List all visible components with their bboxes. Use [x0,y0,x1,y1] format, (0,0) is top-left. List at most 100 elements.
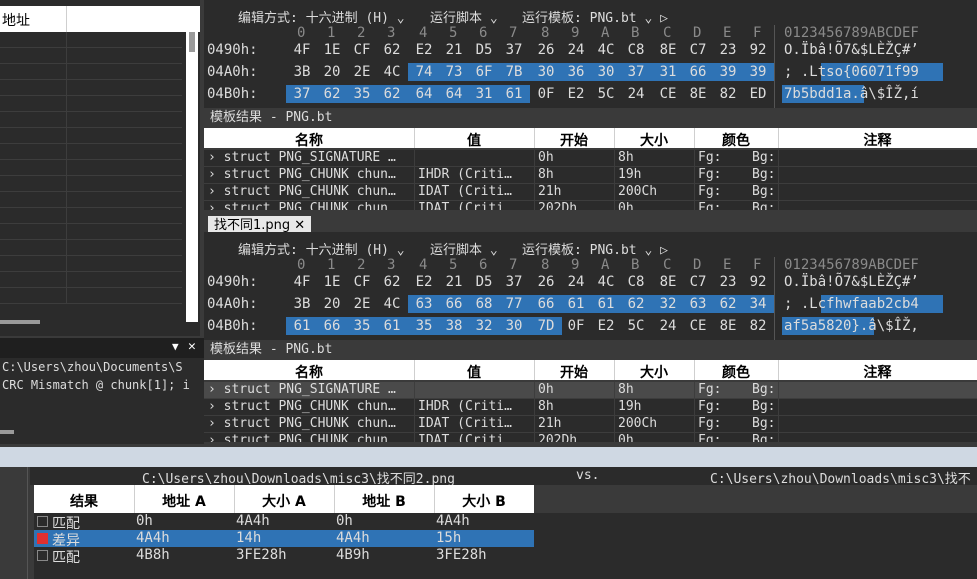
template-header-start[interactable]: 开始 [534,130,614,150]
header-size-b[interactable]: 大小 B [434,491,534,511]
hex-byte[interactable]: ED [744,86,772,102]
address-row[interactable] [0,160,182,176]
hex-byte[interactable]: 66 [532,296,560,312]
ascii-text[interactable]: O.Ïbâ!Õ7&$LÈŽÇ#’ [784,274,919,290]
template-header-comment[interactable]: 注释 [778,130,977,150]
hex-byte[interactable]: 0F [532,86,560,102]
hex-byte[interactable]: 37 [288,86,316,102]
address-row[interactable] [0,128,182,144]
hex-byte[interactable]: 3B [288,296,316,312]
address-row[interactable] [0,144,182,160]
hex-byte[interactable]: 36 [562,64,590,80]
edit-mode-menu[interactable]: 编辑方式: 十六进制 (H) ⌄ [238,7,405,26]
hex-byte[interactable]: 5C [622,318,650,334]
output-horizontal-scrollbar[interactable] [0,430,14,434]
ascii-text[interactable]: 7b5bdd1a.â\$ÎŽ‚í [784,86,919,102]
template-row[interactable]: › struct PNG_SIGNATURE … 0h 8h Fg: Bg: [204,382,977,399]
hex-byte[interactable]: 4C [592,274,620,290]
hex-row[interactable]: 04B0h: 37 62 35 62 64 64 31 61 0F E2 5C 24 CE 8E 82 ED 7b… [204,85,977,103]
scroll-thumb[interactable] [189,32,195,52]
hex-byte[interactable]: 8E [654,274,682,290]
hex-byte[interactable]: 37 [500,42,528,58]
hex-byte[interactable]: 7B [500,64,528,80]
compare-row[interactable]: 差异 4A4h 14h 4A4h 15h [34,530,534,549]
template-header-start[interactable]: 开始 [534,362,614,382]
template-header-value[interactable]: 值 [414,130,534,150]
run-script-menu[interactable]: 运行脚本 ⌄ [430,239,498,258]
address-row[interactable] [0,176,182,192]
hex-byte[interactable]: C8 [622,274,650,290]
hex-byte[interactable]: 62 [622,296,650,312]
panel-splitter[interactable] [0,447,977,467]
hex-byte[interactable]: 61 [500,86,528,102]
hex-byte[interactable]: 35 [410,318,438,334]
header-addr-b[interactable]: 地址 B [334,491,434,511]
hex-byte[interactable]: E2 [410,274,438,290]
hex-byte[interactable]: 62 [378,86,406,102]
address-row[interactable] [0,208,182,224]
hex-byte[interactable]: CF [348,274,376,290]
hex-byte[interactable]: 8E [654,42,682,58]
hex-byte[interactable]: 62 [714,296,742,312]
hex-byte[interactable]: 66 [684,64,712,80]
hex-byte[interactable]: E2 [592,318,620,334]
address-row[interactable] [0,112,182,128]
header-addr-a[interactable]: 地址 A [134,491,234,511]
address-row[interactable] [0,32,182,48]
result-marker[interactable] [37,516,48,527]
hex-byte[interactable]: 63 [410,296,438,312]
hex-byte[interactable]: 64 [440,86,468,102]
template-header-color[interactable]: 颜色 [694,362,778,382]
hex-byte[interactable]: 3B [288,64,316,80]
template-header-color[interactable]: 颜色 [694,130,778,150]
address-row[interactable] [0,96,182,112]
result-marker[interactable] [37,550,48,561]
hex-byte[interactable]: C7 [684,42,712,58]
compare-row[interactable]: 匹配 0h 4A4h 0h 4A4h [34,513,534,532]
template-header-value[interactable]: 值 [414,362,534,382]
hex-byte[interactable]: 30 [532,64,560,80]
template-row[interactable]: › struct PNG_CHUNK chun… IDAT (Criti… 202D… [204,201,977,210]
hex-byte[interactable]: 39 [714,64,742,80]
hex-byte[interactable]: 4C [378,296,406,312]
close-icon[interactable]: ✕ [188,339,196,354]
hex-byte[interactable]: 1E [318,274,346,290]
ascii-text[interactable]: ; .Lcfhwfaab2cb4 [784,296,919,312]
address-row[interactable] [0,80,182,96]
hex-byte[interactable]: 32 [654,296,682,312]
hex-editor-2[interactable]: 编辑方式: 十六进制 (H) ⌄ 运行脚本 ⌄ 运行模板: PNG.bt ⌄ ▷… [204,232,977,340]
hex-byte[interactable]: 61 [562,296,590,312]
hex-byte[interactable]: 5C [592,86,620,102]
header-size-a[interactable]: 大小 A [234,491,334,511]
template-row[interactable]: › struct PNG_SIGNATURE … 0h 8h Fg: Bg: [204,150,977,167]
hex-byte[interactable]: 23 [714,274,742,290]
hex-byte[interactable]: 6F [470,64,498,80]
hex-byte[interactable]: 35 [348,86,376,102]
template-header-name[interactable]: 名称 [204,362,414,382]
template-header-name[interactable]: 名称 [204,130,414,150]
hex-byte[interactable]: 66 [440,296,468,312]
address-row[interactable] [0,240,182,256]
template-row[interactable]: › struct PNG_CHUNK chun… IDAT (Criti… 21h 2… [204,184,977,201]
ascii-text[interactable]: O.Ïbâ!Õ7&$LÈŽÇ#’ [784,42,919,58]
hex-byte[interactable]: 2E [348,296,376,312]
hex-byte[interactable]: 92 [744,274,772,290]
hex-byte[interactable]: 63 [684,296,712,312]
hex-row[interactable]: 0490h: 4F 1E CF 62 E2 21 D5 37 26 24 4C C8 8E C7 23 92 O.… [204,273,977,291]
template-header-comment[interactable]: 注释 [778,362,977,382]
hex-byte[interactable]: 26 [532,274,560,290]
hex-row[interactable]: 04A0h: 3B 20 2E 4C 74 73 6F 7B 30 36 30 37 31 66 39 39; … [204,63,977,81]
template-row[interactable]: › struct PNG_CHUNK chun… IDAT (Criti… 21h 2… [204,416,977,433]
ascii-text[interactable]: ; .Ltso{06071f99 [784,64,919,80]
header-result[interactable]: 结果 [34,491,134,511]
hex-byte[interactable]: 66 [318,318,346,334]
hex-byte[interactable]: 32 [470,318,498,334]
hex-byte[interactable]: 1E [318,42,346,58]
hex-byte[interactable]: D5 [470,42,498,58]
hex-byte[interactable]: 34 [744,296,772,312]
hex-byte[interactable]: 20 [318,64,346,80]
hex-byte[interactable]: 37 [622,64,650,80]
hex-byte[interactable]: E2 [562,86,590,102]
edit-mode-menu[interactable]: 编辑方式: 十六进制 (H) ⌄ [238,239,405,258]
result-marker[interactable] [37,533,48,544]
